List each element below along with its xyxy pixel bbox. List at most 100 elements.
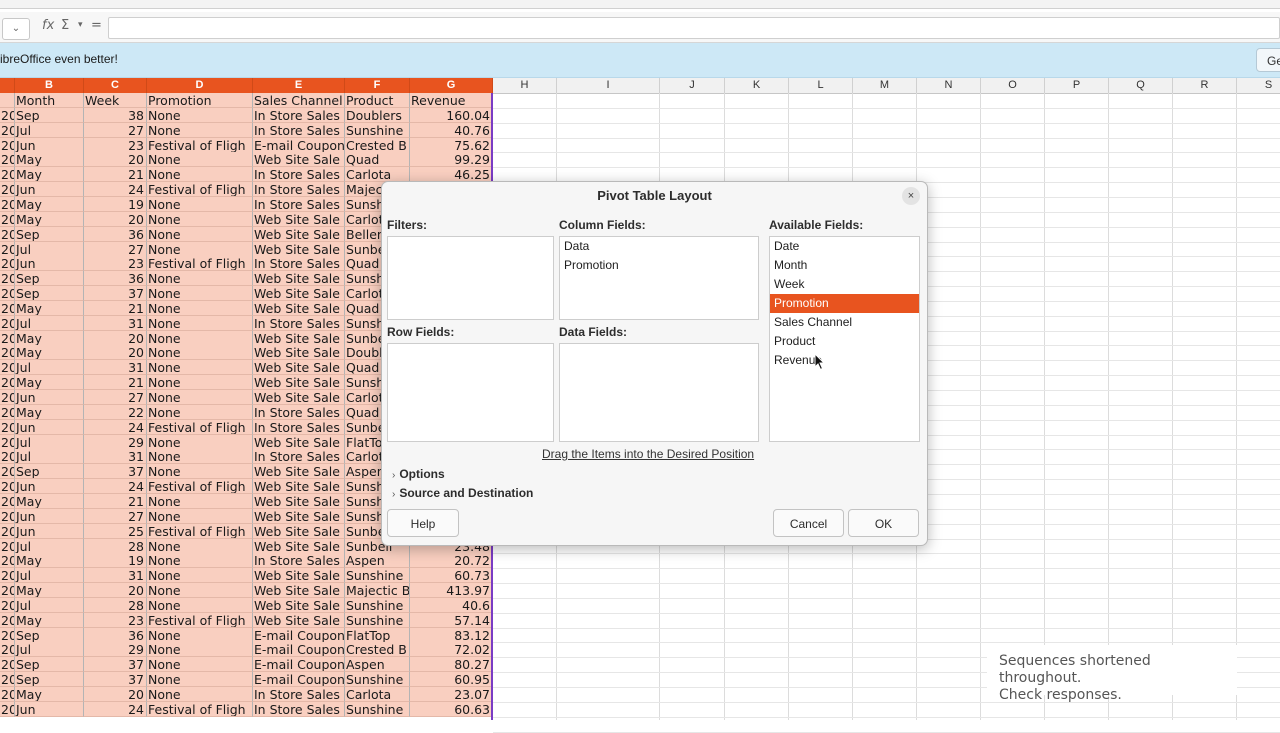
table-cell[interactable]: 31 — [84, 568, 147, 583]
table-cell[interactable]: 23.07 — [410, 687, 493, 702]
ok-button[interactable]: OK — [848, 509, 919, 537]
table-cell[interactable]: 20 — [0, 390, 15, 405]
table-cell[interactable]: None — [147, 628, 253, 643]
close-icon[interactable]: × — [902, 187, 920, 205]
table-cell[interactable]: 36 — [84, 271, 147, 286]
table-cell[interactable]: None — [147, 390, 253, 405]
header-cell[interactable]: Week — [84, 93, 147, 108]
table-cell[interactable]: May — [15, 301, 84, 316]
available-fields-list[interactable]: Date Month Week Promotion Sales Channel … — [769, 236, 920, 442]
filters-list[interactable] — [387, 236, 554, 320]
table-cell[interactable]: Jul — [15, 642, 84, 657]
available-field-item[interactable]: Sales Channel — [770, 313, 919, 332]
table-cell[interactable]: None — [147, 568, 253, 583]
table-cell[interactable]: 23 — [84, 256, 147, 271]
table-cell[interactable]: Jul — [15, 539, 84, 554]
table-cell[interactable]: May — [15, 613, 84, 628]
infobar-get-involved-button[interactable]: Ge — [1256, 48, 1280, 72]
header-cell[interactable]: Revenue — [410, 93, 493, 108]
table-cell[interactable]: Aspen — [345, 553, 410, 568]
table-cell[interactable]: Web Site Sale — [253, 583, 345, 598]
table-cell[interactable]: 99.29 — [410, 152, 493, 167]
table-cell[interactable]: Festival of Fligh — [147, 613, 253, 628]
table-cell[interactable]: 60.63 — [410, 702, 493, 717]
table-cell[interactable]: Sep — [15, 286, 84, 301]
table-cell[interactable]: 19 — [84, 553, 147, 568]
table-cell[interactable]: 20 — [0, 539, 15, 554]
column-header-f[interactable]: F — [345, 78, 410, 93]
table-cell[interactable]: In Store Sales — [253, 553, 345, 568]
table-cell[interactable]: 37 — [84, 657, 147, 672]
table-cell[interactable]: Festival of Fligh — [147, 524, 253, 539]
cancel-button[interactable]: Cancel — [773, 509, 844, 537]
table-cell[interactable]: 20 — [84, 583, 147, 598]
table-cell[interactable]: FlatTop — [345, 628, 410, 643]
table-cell[interactable]: None — [147, 108, 253, 123]
table-cell[interactable]: In Store Sales — [253, 123, 345, 138]
table-cell[interactable]: 20 — [0, 509, 15, 524]
table-cell[interactable]: 20 — [84, 687, 147, 702]
table-cell[interactable]: Web Site Sale — [253, 509, 345, 524]
table-cell[interactable]: Crested B — [345, 642, 410, 657]
table-cell[interactable]: Web Site Sale — [253, 390, 345, 405]
column-header-d[interactable]: D — [147, 78, 253, 93]
table-cell[interactable]: Web Site Sale — [253, 479, 345, 494]
table-cell[interactable]: 20 — [0, 152, 15, 167]
column-header-s[interactable]: S — [1237, 78, 1280, 93]
table-cell[interactable]: 20 — [0, 420, 15, 435]
table-cell[interactable]: 57.14 — [410, 613, 493, 628]
table-cell[interactable]: 20 — [0, 657, 15, 672]
header-cell[interactable]: Promotion — [147, 93, 253, 108]
table-cell[interactable]: 20 — [0, 553, 15, 568]
table-cell[interactable]: None — [147, 494, 253, 509]
table-cell[interactable]: 20 — [0, 360, 15, 375]
column-field-item[interactable]: Promotion — [560, 256, 758, 275]
table-cell[interactable]: Jun — [15, 702, 84, 717]
table-cell[interactable]: May — [15, 405, 84, 420]
chevron-down-icon[interactable]: ▾ — [78, 20, 83, 30]
table-cell[interactable]: Web Site Sale — [253, 227, 345, 242]
table-cell[interactable]: Jul — [15, 123, 84, 138]
table-cell[interactable]: 20 — [0, 672, 15, 687]
table-cell[interactable]: 21 — [84, 301, 147, 316]
column-header-q[interactable]: Q — [1109, 78, 1173, 93]
table-cell[interactable]: Sep — [15, 271, 84, 286]
table-cell[interactable]: None — [147, 405, 253, 420]
table-cell[interactable]: May — [15, 553, 84, 568]
column-header-n[interactable]: N — [917, 78, 981, 93]
formula-input[interactable] — [108, 17, 1280, 39]
options-expander[interactable]: › Options — [392, 467, 445, 481]
table-cell[interactable]: Sep — [15, 672, 84, 687]
table-cell[interactable]: 36 — [84, 227, 147, 242]
table-cell[interactable]: 31 — [84, 316, 147, 331]
table-cell[interactable]: 20 — [0, 138, 15, 153]
table-cell[interactable]: Web Site Sale — [253, 345, 345, 360]
header-cell[interactable] — [0, 93, 15, 108]
table-cell[interactable]: 37 — [84, 464, 147, 479]
table-cell[interactable]: 46.25 — [410, 167, 493, 182]
table-cell[interactable]: Jul — [15, 316, 84, 331]
table-cell[interactable]: Festival of Fligh — [147, 420, 253, 435]
source-destination-expander[interactable]: › Source and Destination — [392, 486, 533, 500]
table-cell[interactable]: Doublers — [345, 108, 410, 123]
table-cell[interactable]: Web Site Sale — [253, 613, 345, 628]
table-cell[interactable]: Sunshine — [345, 672, 410, 687]
table-cell[interactable]: E-mail Coupon — [253, 672, 345, 687]
table-cell[interactable]: In Store Sales — [253, 405, 345, 420]
table-cell[interactable]: 37 — [84, 286, 147, 301]
table-cell[interactable]: In Store Sales — [253, 108, 345, 123]
table-cell[interactable]: 60.95 — [410, 672, 493, 687]
table-cell[interactable]: Jul — [15, 242, 84, 257]
column-header-e[interactable]: E — [253, 78, 345, 93]
table-cell[interactable]: 36 — [84, 628, 147, 643]
table-cell[interactable]: E-mail Coupon — [253, 628, 345, 643]
header-cell[interactable]: Product — [345, 93, 410, 108]
table-cell[interactable]: 20 — [0, 687, 15, 702]
table-cell[interactable]: 20 — [0, 256, 15, 271]
table-cell[interactable]: 20 — [0, 628, 15, 643]
column-field-item[interactable]: Data — [560, 237, 758, 256]
table-cell[interactable]: None — [147, 449, 253, 464]
table-cell[interactable]: Jul — [15, 435, 84, 450]
table-cell[interactable]: 20 — [0, 197, 15, 212]
column-header-p[interactable]: P — [1045, 78, 1109, 93]
